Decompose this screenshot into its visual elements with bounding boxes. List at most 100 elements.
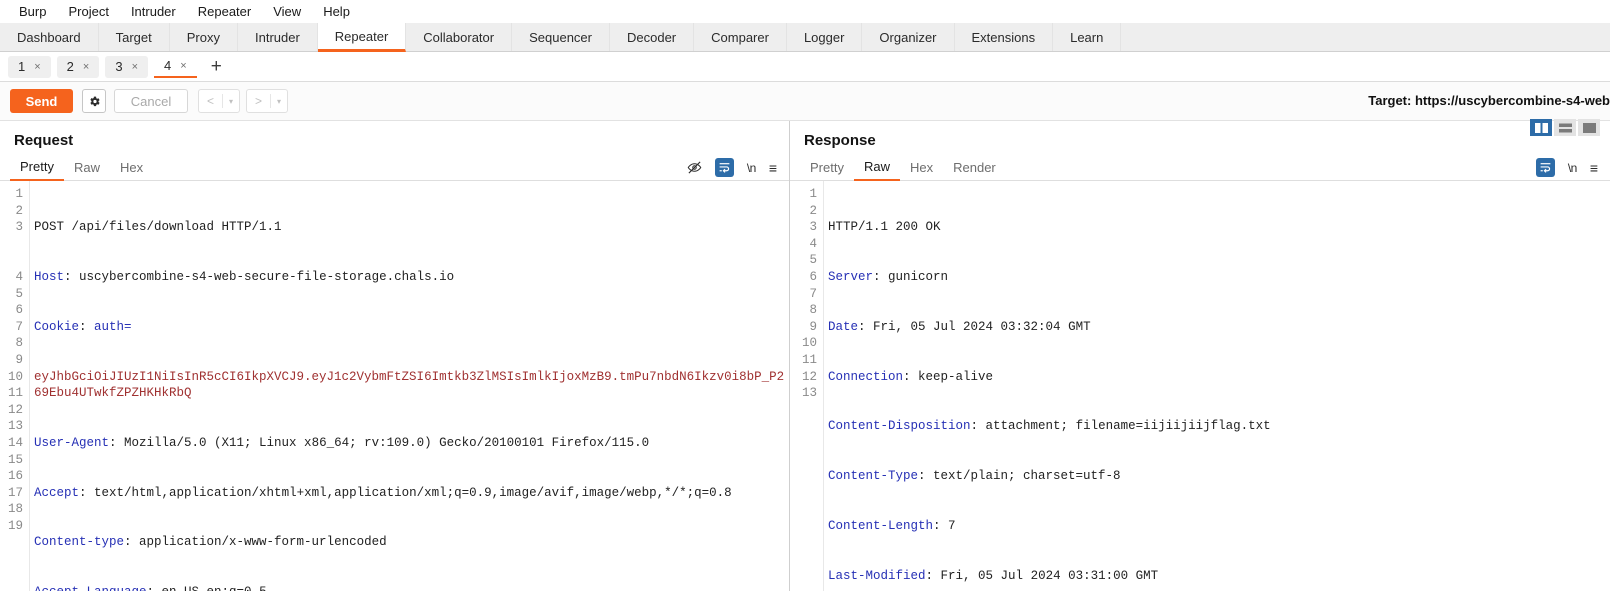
repeater-tab-1[interactable]: 1 × [8,55,51,78]
repeater-tab-label: 3 [115,59,123,74]
send-button[interactable]: Send [10,89,73,113]
menu-item-help[interactable]: Help [312,2,361,21]
code-line: Last-Modified: Fri, 05 Jul 2024 03:31:00… [828,568,1159,583]
header-name: Content-Length [828,518,934,533]
header-value: gunicorn [880,269,949,284]
code-line: User-Agent: Mozilla/5.0 (X11; Linux x86_… [34,435,650,450]
tab-learn[interactable]: Learn [1053,23,1122,51]
response-code[interactable]: HTTP/1.1 200 OK Server: gunicorn Date: F… [824,181,1610,591]
response-tab-pretty[interactable]: Pretty [800,160,854,180]
tab-dashboard[interactable]: Dashboard [0,23,99,51]
header-name: Cookie [34,319,80,334]
add-tab-button[interactable]: + [203,57,230,76]
repeater-tab-4[interactable]: 4 × [154,55,197,78]
request-line-numbers: 1 2 3 4 5 6 7 8 9 10 11 12 13 14 15 16 1… [0,181,30,591]
line-number: 4 [809,236,817,251]
tab-logger[interactable]: Logger [787,23,863,51]
line-number: 3 [15,220,23,235]
line-number: 11 [7,386,23,401]
cancel-button[interactable]: Cancel [114,89,188,113]
request-tab-raw[interactable]: Raw [64,160,110,180]
code-line: Connection: keep-alive [828,369,994,384]
chevron-down-icon[interactable]: ▾ [271,97,287,106]
menu-item-repeater[interactable]: Repeater [187,2,262,21]
header-value: en-US,en;q=0.5 [154,585,267,591]
line-number [0,236,23,253]
code-line: Host: uscybercombine-s4-web-secure-file-… [34,269,455,284]
tab-comparer[interactable]: Comparer [694,23,787,51]
request-tab-hex[interactable]: Hex [110,160,153,180]
header-value: 7 [940,518,956,533]
close-icon[interactable]: × [180,60,186,72]
settings-button[interactable] [82,89,106,113]
header-value: uscybercombine-s4-web-secure-file-storag… [71,269,455,284]
close-icon[interactable]: × [132,61,138,73]
response-tab-hex[interactable]: Hex [900,160,943,180]
tab-proxy[interactable]: Proxy [170,23,238,51]
newline-icon[interactable]: \n [1568,161,1578,175]
split-horizontal-icon [1558,123,1572,132]
response-tab-bar: Pretty Raw Hex Render \n ≡ [790,156,1610,181]
split-vertical-icon [1534,122,1548,133]
eye-slash-icon[interactable] [687,160,702,175]
line-number: 13 [7,419,23,434]
close-icon[interactable]: × [83,61,89,73]
response-editor[interactable]: 1 2 3 4 5 6 7 8 9 10 11 12 13 HTTP/1.1 2… [790,181,1610,591]
tab-intruder[interactable]: Intruder [238,23,318,51]
line-number: 13 [801,386,817,401]
back-arrow-icon[interactable]: < [199,94,222,108]
request-editor[interactable]: 1 2 3 4 5 6 7 8 9 10 11 12 13 14 15 16 1… [0,181,789,591]
layout-split-vertical-button[interactable] [1530,119,1552,136]
chevron-down-icon[interactable]: ▾ [223,97,239,106]
line-number: 14 [7,435,23,450]
line-number: 2 [15,203,23,218]
close-icon[interactable]: × [34,61,40,73]
header-name: Date [828,319,859,334]
request-tab-pretty[interactable]: Pretty [10,159,64,181]
gear-icon [89,96,100,106]
request-code[interactable]: POST /api/files/download HTTP/1.1 Host: … [30,181,789,591]
line-number [0,252,23,269]
newline-icon[interactable]: \n [747,161,757,175]
word-wrap-icon[interactable] [1535,158,1555,177]
line-number: 10 [801,336,817,351]
forward-nav-group[interactable]: > ▾ [246,89,289,113]
header-value: Fri, 05 Jul 2024 03:32:04 GMT [865,319,1091,334]
back-nav-group[interactable]: < ▾ [198,89,241,113]
repeater-tab-3[interactable]: 3 × [105,55,149,78]
repeater-tab-2[interactable]: 2 × [56,55,100,78]
response-tab-render[interactable]: Render [943,160,1006,180]
line-number: 8 [15,336,23,351]
tab-collaborator[interactable]: Collaborator [406,23,513,51]
header-name: Server [828,269,874,284]
line-number: 17 [7,485,23,500]
layout-single-pane-button[interactable] [1578,119,1600,136]
line-number: 9 [809,319,817,334]
tab-extensions[interactable]: Extensions [955,23,1054,51]
code-line: Accept: text/html,application/xhtml+xml,… [34,485,732,500]
line-number: 18 [7,502,23,517]
code-line: Content-Type: text/plain; charset=utf-8 [828,469,1121,484]
response-line-numbers: 1 2 3 4 5 6 7 8 9 10 11 12 13 [790,181,824,591]
tab-organizer[interactable]: Organizer [862,23,955,51]
tab-repeater[interactable]: Repeater [317,23,407,52]
tab-sequencer[interactable]: Sequencer [512,23,610,51]
layout-split-horizontal-button[interactable] [1554,119,1576,136]
menu-item-project[interactable]: Project [57,2,119,21]
tab-target[interactable]: Target [99,23,170,51]
header-name: Accept [34,485,80,500]
word-wrap-icon[interactable] [714,158,734,177]
menu-item-view[interactable]: View [262,2,312,21]
line-number: 6 [15,303,23,318]
repeater-tab-label: 2 [66,59,74,74]
header-value: application/x-www-form-urlencoded [131,535,387,550]
menu-icon[interactable]: ≡ [769,160,777,176]
tab-decoder[interactable]: Decoder [610,23,695,51]
line-number: 15 [7,452,23,467]
menu-icon[interactable]: ≡ [1590,160,1598,176]
forward-arrow-icon[interactable]: > [247,94,270,108]
menu-item-burp[interactable]: Burp [8,2,57,21]
response-tab-raw[interactable]: Raw [853,159,900,181]
code-line: Accept-Language: en-US,en;q=0.5 [34,584,789,591]
menu-item-intruder[interactable]: Intruder [120,2,187,21]
